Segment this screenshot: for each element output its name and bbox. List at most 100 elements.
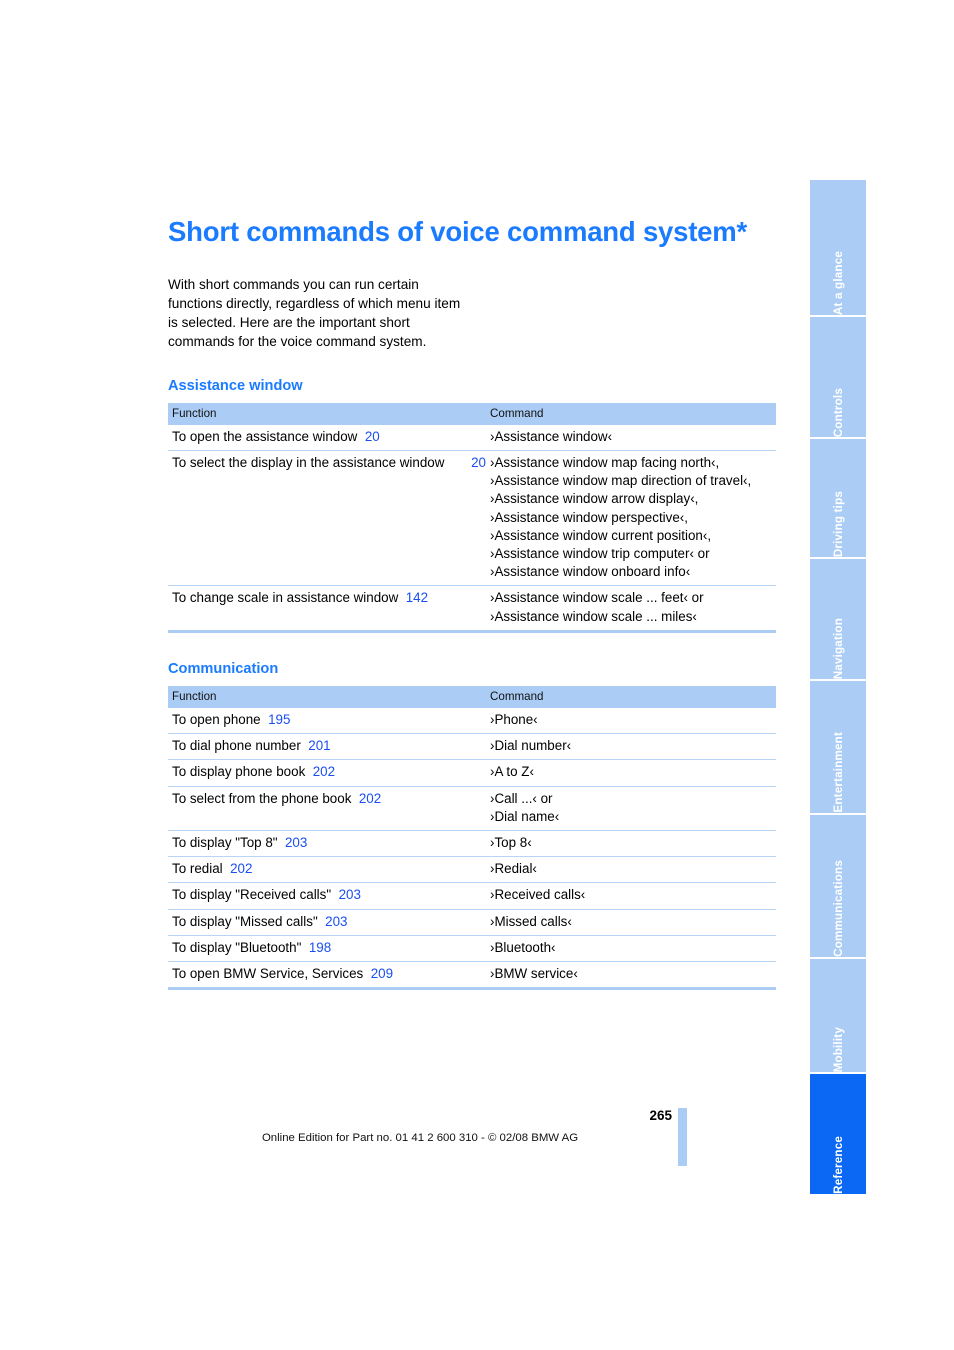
sidebar-tab-label: Controls [831, 387, 845, 437]
page-reference-link[interactable]: 209 [371, 966, 393, 981]
reference-table: Function Command To open phone 195 ›Phone‹ T… [168, 685, 776, 991]
page-reference-link[interactable]: 198 [309, 940, 331, 955]
footer-edition-notice: Online Edition for Part no. 01 41 2 600 … [261, 1132, 579, 1144]
table-section: Communication Function Command To open phon… [168, 660, 776, 991]
sidebar-tab-label: Communications [831, 860, 845, 957]
table-row: To open phone 195 ›Phone‹ [168, 708, 776, 734]
table-row: To redial 202 ›Redial‹ [168, 856, 776, 883]
sidebar-tab-reference[interactable]: Reference [810, 1074, 866, 1194]
footer-page-number: 265 [649, 1108, 672, 1123]
page-reference-link[interactable]: 142 [406, 590, 428, 605]
function-cell: To dial phone number 201 [168, 733, 486, 760]
function-label: To dial phone number [172, 738, 301, 754]
table-row: To display "Missed calls" 203 ›Missed cal… [168, 908, 776, 936]
command-cell: ›BMW service‹ [486, 961, 776, 991]
table-header-row: Function Command [168, 685, 776, 708]
intro-paragraph: With short commands you can run certain … [168, 276, 461, 350]
function-label: To display "Top 8" [172, 835, 278, 851]
function-label: To display "Bluetooth" [172, 939, 302, 955]
table-row: To display "Top 8" 203 ›Top 8‹ [168, 830, 776, 857]
table-row: To display phone book 202 ›A to Z‹ [168, 759, 776, 787]
page-reference-link[interactable]: 202 [359, 791, 381, 806]
function-label: To open phone [172, 711, 261, 727]
sidebar-tab-at-a-glance[interactable]: At a glance [810, 180, 866, 315]
table-row: To select from the phone book 202 ›Call .… [168, 785, 776, 831]
column-header: Function [168, 402, 486, 425]
function-cell: To open the assistance window 20 [168, 425, 486, 451]
footer-accent-bar [678, 1108, 687, 1166]
page-reference-link[interactable]: 195 [268, 712, 290, 727]
sidebar-tab-entertainment[interactable]: Entertainment [810, 681, 866, 813]
sidebar-tab-label: Reference [831, 1136, 845, 1194]
sidebar-tab-label: At a glance [831, 250, 845, 315]
sidebar-tab-communications[interactable]: Communications [810, 815, 866, 957]
page-reference-link[interactable]: 203 [325, 914, 347, 929]
page-reference-link[interactable]: 20 [471, 454, 486, 472]
table-row: To display "Received calls" 203 ›Received… [168, 882, 776, 910]
page-title: Short commands of voice command system* [168, 216, 748, 247]
command-cell: ›Top 8‹ [486, 830, 776, 857]
function-label: To open BMW Service, Services [172, 966, 364, 982]
table-row: To dial phone number 201 ›Dial number‹ [168, 733, 776, 760]
sections-container: Assistance window Function Command To open … [168, 378, 776, 991]
function-label: To select the display in the assistance … [172, 454, 445, 470]
sidebar-tab-label: Mobility [831, 1026, 845, 1072]
sidebar-tab-mobility[interactable]: Mobility [810, 959, 866, 1072]
function-label: To select from the phone book [172, 790, 352, 806]
function-cell: 20 To select the display in the assistanc… [168, 449, 486, 586]
table-row: To open BMW Service, Services 209 ›BMW se… [168, 961, 776, 991]
table-row: To change scale in assistance window 142… [168, 585, 776, 633]
sidebar-tab-controls[interactable]: Controls [810, 317, 866, 437]
function-cell: To change scale in assistance window 142 [168, 585, 486, 633]
function-label: To change scale in assistance window [172, 590, 399, 606]
sidebar-tab-navigation[interactable]: Navigation [810, 559, 866, 679]
function-cell: To display "Top 8" 203 [168, 830, 486, 857]
function-label: To display "Missed calls" [172, 913, 318, 929]
command-cell: ›Redial‹ [486, 856, 776, 883]
column-header: Command [486, 685, 776, 708]
sidebar-tab-label: Navigation [831, 617, 845, 679]
table-section: Assistance window Function Command To open … [168, 378, 776, 633]
function-cell: To display "Received calls" 203 [168, 882, 486, 910]
function-label: To redial [172, 861, 223, 877]
page-reference-link[interactable]: 202 [313, 764, 335, 779]
page-reference-link[interactable]: 202 [230, 861, 252, 876]
sidebar-tab-driving-tips[interactable]: Driving tips [810, 439, 866, 557]
command-cell: ›Call ...‹ or ›Dial name‹ [486, 785, 776, 831]
function-cell: To display phone book 202 [168, 759, 486, 787]
function-cell: To open phone 195 [168, 708, 486, 734]
command-cell: ›Phone‹ [490, 711, 538, 727]
table-row: To display "Bluetooth" 198 ›Bluetooth‹ [168, 934, 776, 962]
command-cell: ›Assistance window map facing north‹, ›A… [486, 449, 776, 586]
page-reference-link[interactable]: 201 [308, 738, 330, 753]
table-header-row: Function Command [168, 402, 776, 425]
table-row: 20 To select the display in the assistanc… [168, 449, 776, 586]
function-cell: To display "Missed calls" 203 [168, 908, 486, 936]
sidebar-tab-label: Entertainment [831, 732, 845, 813]
command-cell: ›Received calls‹ [486, 882, 776, 910]
side-tab-navigation[interactable]: At a glance Controls Driving tips Navigatio… [810, 180, 866, 1196]
function-cell: To select from the phone book 202 [168, 785, 486, 831]
reference-table: Function Command To open the assistance wi… [168, 402, 776, 633]
command-cell: ›Bluetooth‹ [486, 934, 776, 962]
command-cell: ›Dial number‹ [486, 733, 776, 760]
function-label: To display "Received calls" [172, 887, 332, 903]
function-label: To display phone book [172, 764, 306, 780]
page-content: Short commands of voice command system* … [168, 215, 776, 1018]
page-reference-link[interactable]: 203 [285, 835, 307, 850]
page-reference-link[interactable]: 20 [365, 429, 380, 444]
section-heading: Assistance window [168, 377, 303, 394]
section-heading: Communication [168, 660, 279, 677]
function-cell: To display "Bluetooth" 198 [168, 934, 486, 962]
column-header: Function [168, 685, 486, 708]
sidebar-tab-label: Driving tips [831, 490, 845, 557]
column-header: Command [486, 402, 776, 425]
function-label: To open the assistance window [172, 428, 358, 444]
table-row: To open the assistance window 20 ›Assista… [168, 425, 776, 451]
manual-page: Short commands of voice command system* … [0, 0, 954, 1350]
command-cell: ›A to Z‹ [486, 759, 776, 787]
command-cell: ›Assistance window scale ... feet‹ or ›A… [486, 585, 776, 633]
command-cell: ›Missed calls‹ [486, 908, 776, 936]
page-reference-link[interactable]: 203 [339, 887, 361, 902]
function-cell: To redial 202 [168, 856, 486, 883]
